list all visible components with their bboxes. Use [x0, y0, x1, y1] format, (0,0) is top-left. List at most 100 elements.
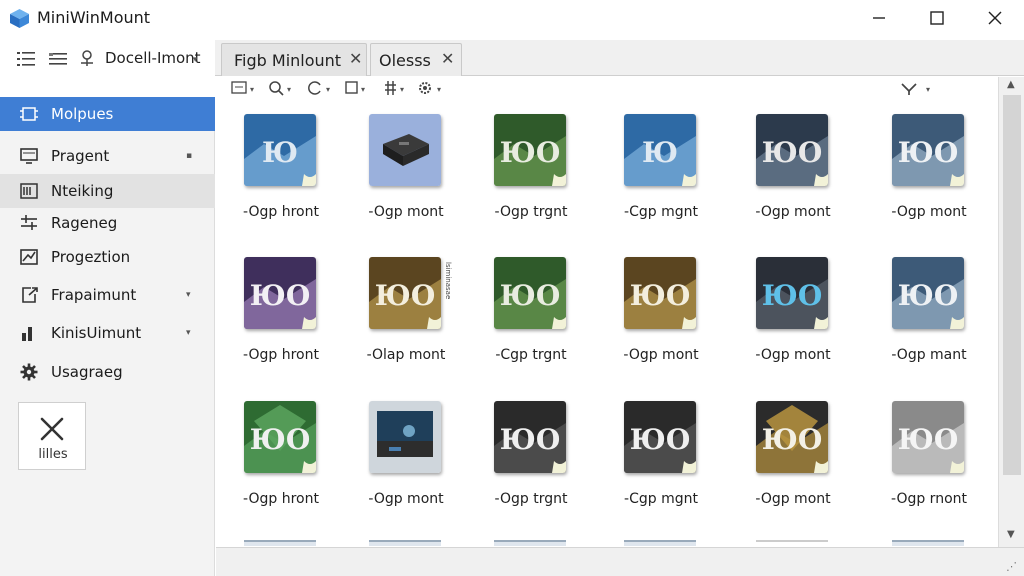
- collapse-marker-icon[interactable]: ▪: [186, 151, 192, 161]
- svg-text:▾: ▾: [287, 85, 291, 94]
- sidebar-item-label: Progeztion: [51, 248, 131, 266]
- thumbnail-peek: [756, 540, 828, 546]
- thumbnail-image: ЮO: [494, 114, 566, 186]
- sidebar-item-frapaimunt[interactable]: Frapaimunt ▾: [0, 278, 215, 312]
- thumbnail-image: ЮO: [756, 401, 828, 473]
- thumbnail-image: Ю: [624, 114, 696, 186]
- svg-text:ЮO: ЮO: [898, 423, 958, 456]
- refresh-icon[interactable]: ▾: [307, 80, 335, 98]
- document-mount-icon[interactable]: [78, 49, 100, 67]
- svg-text:Ю: Ю: [262, 136, 298, 169]
- view-icon[interactable]: ▾: [231, 80, 259, 98]
- minimize-button[interactable]: [850, 0, 908, 36]
- sidebar-item-label: Nteiking: [51, 182, 114, 200]
- thumbnail-caption: -Ogp mant: [891, 347, 967, 363]
- gear-icon[interactable]: ▾: [417, 80, 447, 98]
- thumbnail-caption: -Ogp hront: [243, 347, 319, 363]
- maximize-button[interactable]: [908, 0, 966, 36]
- sidebar-item-rageneg[interactable]: Rageneg: [0, 206, 215, 240]
- svg-text:ЮO: ЮO: [898, 136, 958, 169]
- vertical-scrollbar[interactable]: ▲ ▼: [998, 77, 1024, 547]
- list-icon[interactable]: [16, 50, 38, 68]
- svg-text:▾: ▾: [926, 85, 930, 94]
- tab-label: Olesss: [379, 51, 431, 70]
- svg-text:ЮO: ЮO: [630, 279, 690, 312]
- thumbnail-item[interactable]: ЮO -Ogp rnont: [864, 401, 974, 521]
- svg-text:ЮO: ЮO: [250, 279, 310, 312]
- svg-text:Ю: Ю: [642, 136, 678, 169]
- thumbnail-item[interactable]: ЮO -Olap mont: [341, 257, 451, 377]
- thumbnail-caption: -Ogp trgnt: [494, 204, 568, 220]
- tab-second[interactable]: Olesss ✕: [370, 43, 462, 76]
- app-cube-icon: [9, 8, 30, 29]
- sidebar-item-molpues[interactable]: Molpues: [0, 97, 215, 131]
- thumbnail-item[interactable]: ЮO -Ogp trgnt: [466, 114, 576, 234]
- thumbnail-item[interactable]: ЮO -Ogp hront: [216, 401, 326, 521]
- thumbnail-item[interactable]: -Ogp mont: [341, 114, 451, 234]
- thumbnail-item[interactable]: ЮO -Ogp hront: [216, 257, 326, 377]
- search-icon[interactable]: ▾: [268, 80, 296, 98]
- close-tile-button[interactable]: lilles: [18, 402, 86, 470]
- close-tab-icon[interactable]: ✕: [349, 49, 362, 68]
- scroll-up-icon[interactable]: ▲: [1007, 79, 1015, 90]
- thumbnail-caption: -Ogp rnont: [891, 491, 967, 507]
- details-icon[interactable]: [48, 50, 70, 68]
- thumbnail-item[interactable]: ЮO -Cgp mgnt: [596, 401, 706, 521]
- sidebar-item-label: Frapaimunt: [51, 286, 137, 304]
- thumbnail-item[interactable]: Ю -Cgp mgnt: [596, 114, 706, 234]
- chevron-down-icon[interactable]: ▾: [186, 290, 191, 300]
- thumbnail-image: ЮO: [756, 257, 828, 329]
- thumbnail-image: [369, 401, 441, 473]
- thumbnail-peek: [369, 540, 441, 546]
- thumbnail-image: ЮO: [892, 257, 964, 329]
- sidebar: Molpues Pragent ▪ Nteiking Rageneg Proge…: [0, 97, 215, 576]
- thumbnail-image: ЮO: [244, 257, 316, 329]
- thumbnail-item[interactable]: ЮO -Ogp mont: [728, 401, 838, 521]
- svg-text:ЮO: ЮO: [898, 279, 958, 312]
- thumbnail-item[interactable]: ЮO -Ogp mont: [728, 257, 838, 377]
- svg-text:▾: ▾: [437, 85, 441, 94]
- thumbnail-item[interactable]: ЮO -Ogp mont: [596, 257, 706, 377]
- thumbnail-caption: -Cgp mgnt: [624, 204, 698, 220]
- tab-bar: Figb Minlount ✕ Olesss ✕: [215, 40, 1024, 76]
- thumbnail-item[interactable]: ЮO -Ogp mont: [864, 114, 974, 234]
- chevron-down-icon[interactable]: ▾: [193, 55, 198, 65]
- thumbnail-item[interactable]: Ю -Ogp hront: [216, 114, 326, 234]
- thumbnail-item[interactable]: ЮO -Ogp trgnt: [466, 401, 576, 521]
- thumbnail-peek: [892, 540, 964, 546]
- document-mount-label[interactable]: Docell-Imont: [105, 49, 201, 67]
- sidebar-item-label: KinisUimunt: [51, 324, 142, 342]
- scroll-down-icon[interactable]: ▼: [1007, 529, 1015, 540]
- scrollbar-thumb[interactable]: [1003, 95, 1021, 475]
- gear-icon: [19, 363, 39, 381]
- svg-text:▾: ▾: [361, 85, 365, 94]
- checkbox-icon[interactable]: ▾: [344, 80, 372, 98]
- chevron-down-icon[interactable]: ▾: [186, 328, 191, 338]
- svg-text:▾: ▾: [326, 85, 330, 94]
- svg-text:ЮO: ЮO: [500, 279, 560, 312]
- sidebar-item-usagraeg[interactable]: Usagraeg: [0, 355, 215, 389]
- thumbnail-item[interactable]: -Ogp mont: [341, 401, 451, 521]
- close-tab-icon[interactable]: ✕: [441, 49, 454, 68]
- sliders-icon: [19, 214, 39, 232]
- svg-text:ЮO: ЮO: [762, 279, 822, 312]
- svg-text:ЮO: ЮO: [500, 136, 560, 169]
- svg-text:ЮO: ЮO: [375, 279, 435, 312]
- sidebar-item-kinisuimunt[interactable]: KinisUimunt ▾: [0, 316, 215, 350]
- thumbnail-item[interactable]: ЮO -Ogp mont: [728, 114, 838, 234]
- resize-grip-icon[interactable]: ⋰: [1006, 560, 1017, 573]
- thumbnail-image: ЮO: [244, 401, 316, 473]
- sidebar-item-progeztion[interactable]: Progeztion: [0, 240, 215, 274]
- filter-icon[interactable]: ▾: [384, 80, 412, 98]
- thumbnail-caption: -Ogp mont: [891, 204, 967, 220]
- thumbnail-caption: -Ogp trgnt: [494, 491, 568, 507]
- sidebar-item-nteiking[interactable]: Nteiking: [0, 174, 215, 208]
- thumbnail-item[interactable]: ЮO -Ogp mant: [864, 257, 974, 377]
- thumbnail-item[interactable]: ЮO -Cgp trgnt: [466, 257, 576, 377]
- thumbnail-peek: [244, 540, 316, 546]
- close-window-button[interactable]: [966, 0, 1024, 36]
- sidebar-item-pragent[interactable]: Pragent ▪: [0, 139, 215, 173]
- tab-first[interactable]: Figb Minlount ✕: [221, 43, 367, 76]
- branch-icon[interactable]: ▾: [900, 80, 936, 98]
- thumbnail-caption: -Olap mont: [366, 347, 446, 363]
